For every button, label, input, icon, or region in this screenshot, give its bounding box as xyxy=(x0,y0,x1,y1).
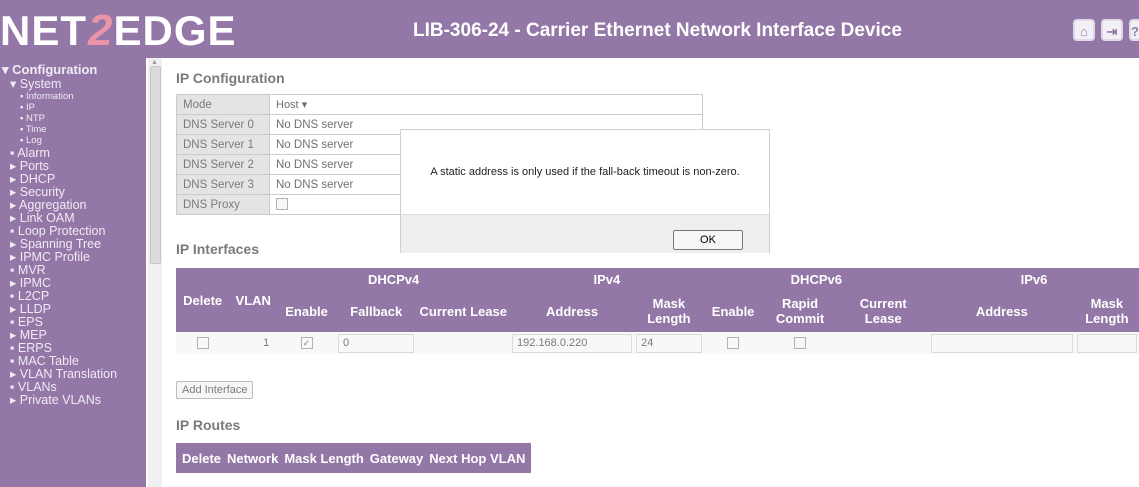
alert-dialog: A static address is only used if the fal… xyxy=(400,129,770,253)
ok-button[interactable]: OK xyxy=(673,230,743,250)
dialog-message: A static address is only used if the fal… xyxy=(430,166,740,178)
